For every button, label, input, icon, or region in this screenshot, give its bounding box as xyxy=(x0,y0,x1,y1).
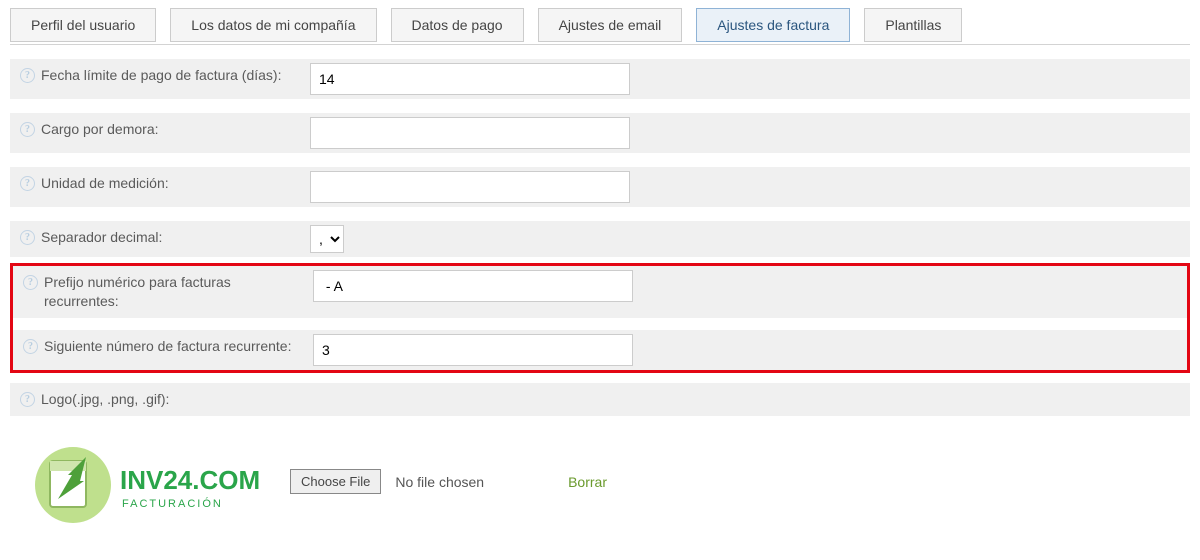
label-recurring-next-number: ? Siguiente número de factura recurrente… xyxy=(23,334,313,359)
row-decimal-separator: ? Separador decimal: , xyxy=(10,221,1190,257)
label-text: Logo(.jpg, .png, .gif): xyxy=(41,390,169,409)
help-icon[interactable]: ? xyxy=(23,275,38,290)
label-recurring-prefix: ? Prefijo numérico para facturas recurre… xyxy=(23,270,313,314)
label-decimal-separator: ? Separador decimal: xyxy=(20,225,310,250)
tab-perfil-usuario[interactable]: Perfil del usuario xyxy=(10,8,156,42)
help-icon[interactable]: ? xyxy=(20,122,35,137)
inv24-logo-icon: INV24.COM FACTURACIÓN xyxy=(28,427,278,537)
label-logo: ? Logo(.jpg, .png, .gif): xyxy=(20,387,310,412)
help-icon[interactable]: ? xyxy=(23,339,38,354)
file-upload-wrap: Choose File No file chosen Borrar xyxy=(290,469,607,494)
row-recurring-prefix: ? Prefijo numérico para facturas recurre… xyxy=(13,266,1187,318)
row-payment-due: ? Fecha límite de pago de factura (días)… xyxy=(10,59,1190,99)
help-icon[interactable]: ? xyxy=(20,176,35,191)
help-icon[interactable]: ? xyxy=(20,68,35,83)
label-text: Unidad de medición: xyxy=(41,174,169,193)
input-recurring-prefix[interactable] xyxy=(313,270,633,302)
label-unit: ? Unidad de medición: xyxy=(20,171,310,196)
help-icon[interactable]: ? xyxy=(20,230,35,245)
label-text: Cargo por demora: xyxy=(41,120,159,139)
row-logo-label: ? Logo(.jpg, .png, .gif): xyxy=(10,383,1190,416)
label-text: Siguiente número de factura recurrente: xyxy=(44,337,291,356)
tab-ajustes-factura[interactable]: Ajustes de factura xyxy=(696,8,850,42)
settings-panel: ? Fecha límite de pago de factura (días)… xyxy=(10,44,1190,552)
highlight-recurring-settings: ? Prefijo numérico para facturas recurre… xyxy=(10,263,1190,373)
row-recurring-next-number: ? Siguiente número de factura recurrente… xyxy=(13,330,1187,370)
tab-datos-compania[interactable]: Los datos de mi compañía xyxy=(170,8,376,42)
choose-file-button[interactable]: Choose File xyxy=(290,469,381,494)
settings-tabs: Perfil del usuario Los datos de mi compa… xyxy=(10,8,1190,42)
input-late-fee[interactable] xyxy=(310,117,630,149)
svg-text:FACTURACIÓN: FACTURACIÓN xyxy=(122,497,223,510)
help-icon[interactable]: ? xyxy=(20,392,35,407)
label-text: Separador decimal: xyxy=(41,228,162,247)
tab-datos-pago[interactable]: Datos de pago xyxy=(391,8,524,42)
label-text: Prefijo numérico para facturas recurrent… xyxy=(44,273,307,311)
label-payment-due: ? Fecha límite de pago de factura (días)… xyxy=(20,63,310,88)
label-text: Fecha límite de pago de factura (días): xyxy=(41,66,281,85)
logo-block: INV24.COM FACTURACIÓN Choose File No fil… xyxy=(10,416,1190,552)
delete-logo-link[interactable]: Borrar xyxy=(568,474,607,490)
svg-text:INV24.COM: INV24.COM xyxy=(120,465,260,495)
label-late-fee: ? Cargo por demora: xyxy=(20,117,310,142)
tab-plantillas[interactable]: Plantillas xyxy=(864,8,962,42)
no-file-chosen-text: No file chosen xyxy=(395,474,484,490)
select-decimal-separator[interactable]: , xyxy=(310,225,344,253)
logo-preview: INV24.COM FACTURACIÓN xyxy=(28,422,278,542)
tab-ajustes-email[interactable]: Ajustes de email xyxy=(538,8,683,42)
input-unit[interactable] xyxy=(310,171,630,203)
row-late-fee: ? Cargo por demora: xyxy=(10,113,1190,153)
row-unit: ? Unidad de medición: xyxy=(10,167,1190,207)
input-payment-due[interactable] xyxy=(310,63,630,95)
input-recurring-next-number[interactable] xyxy=(313,334,633,366)
